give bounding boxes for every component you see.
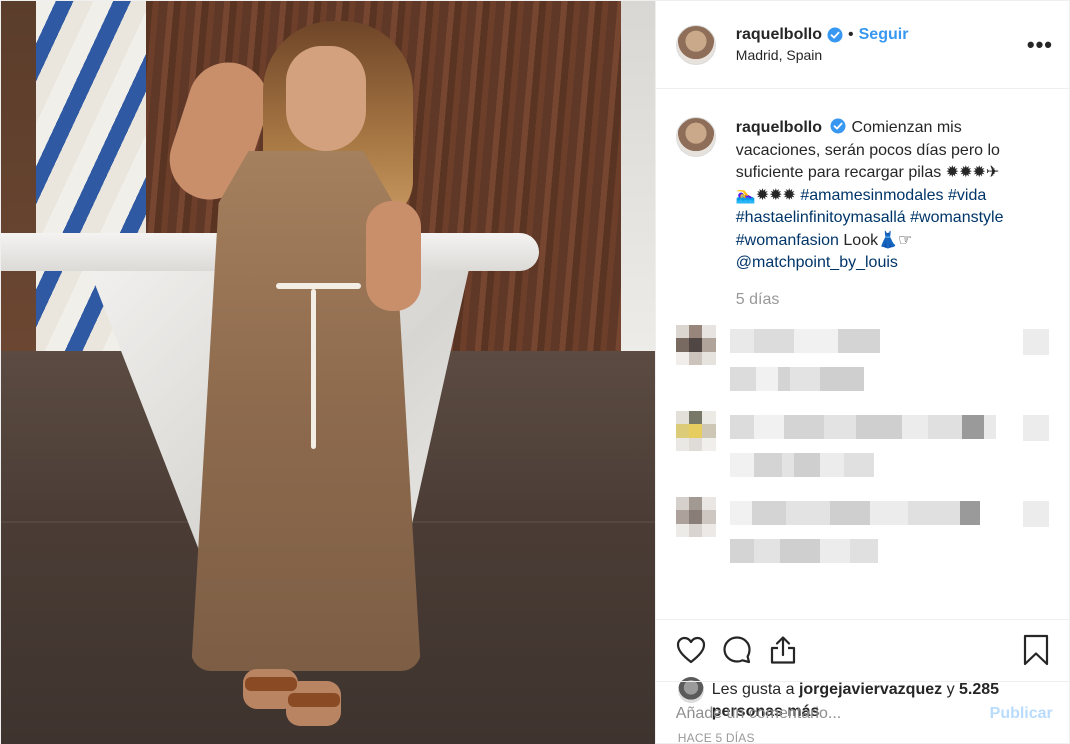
blurred-comment-text xyxy=(729,411,996,483)
caption-segment: Look👗☞ xyxy=(838,231,913,249)
caption-username[interactable]: raquelbollo xyxy=(736,119,822,136)
photo-person-sandal xyxy=(288,693,340,707)
publish-button[interactable]: Publicar xyxy=(990,705,1053,723)
photo-wall xyxy=(1,1,41,361)
caption-body: raquelbollo Comienzan mis vacaciones, se… xyxy=(736,117,1036,311)
photo-person-belt-cord xyxy=(311,289,316,449)
share-icon[interactable] xyxy=(766,633,800,667)
caption: raquelbollo Comienzan mis vacaciones, se… xyxy=(675,117,1049,311)
more-options-icon[interactable]: ••• xyxy=(1027,33,1053,56)
blurred-avatar[interactable] xyxy=(675,411,716,451)
hashtag-link[interactable]: @matchpoint_by_louis xyxy=(736,254,898,271)
blurred-like-icon[interactable] xyxy=(1023,501,1049,527)
blurred-comment xyxy=(675,325,1049,397)
location-link[interactable]: Madrid, Spain xyxy=(736,47,909,63)
verified-badge-icon xyxy=(830,118,846,134)
blurred-avatar[interactable] xyxy=(675,497,716,537)
blurred-comment-text xyxy=(729,325,880,397)
add-comment-bar: Publicar xyxy=(655,681,1070,744)
comment-input[interactable] xyxy=(675,704,990,723)
separator-dot: • xyxy=(848,26,854,43)
photo-person-arm-rest xyxy=(366,201,421,311)
hashtag-link[interactable]: #amamesinmodales xyxy=(800,187,943,204)
comments-area: raquelbollo Comienzan mis vacaciones, se… xyxy=(656,89,1069,619)
blurred-comment xyxy=(675,497,1049,569)
avatar[interactable] xyxy=(675,117,716,157)
blurred-comments xyxy=(675,325,1049,569)
blurred-like-icon[interactable] xyxy=(1023,329,1049,355)
photo-person-sandal xyxy=(245,677,297,691)
bookmark-icon[interactable] xyxy=(1019,633,1053,667)
hashtag-link[interactable]: #womanfasion xyxy=(736,232,839,249)
follow-button[interactable]: Seguir xyxy=(859,26,909,44)
caption-age[interactable]: 5 días xyxy=(736,289,1036,312)
photo-person-belt xyxy=(276,283,361,289)
heart-icon[interactable] xyxy=(674,633,708,667)
blurred-avatar[interactable] xyxy=(675,325,716,365)
avatar[interactable] xyxy=(675,24,716,65)
header-text: raquelbollo • Seguir Madrid, Spain xyxy=(736,26,909,63)
caption-text: Comienzan mis vacaciones, serán pocos dí… xyxy=(736,119,1004,271)
header-row: raquelbollo • Seguir xyxy=(736,26,909,44)
username-link[interactable]: raquelbollo xyxy=(736,26,822,44)
blurred-comment xyxy=(675,411,1049,483)
blurred-like-icon[interactable] xyxy=(1023,415,1049,441)
post-header: raquelbollo • Seguir Madrid, Spain ••• xyxy=(655,1,1069,89)
photo-wall-right xyxy=(621,1,655,391)
comment-icon[interactable] xyxy=(720,633,754,667)
verified-badge-icon xyxy=(827,27,843,43)
post-sidebar: raquelbollo • Seguir Madrid, Spain ••• r… xyxy=(654,1,1070,744)
post-photo[interactable] xyxy=(1,1,655,744)
hashtag-link[interactable]: #vida xyxy=(948,187,986,204)
instagram-post: raquelbollo • Seguir Madrid, Spain ••• r… xyxy=(0,0,1070,744)
action-bar xyxy=(655,619,1069,679)
hashtag-link[interactable]: #womanstyle xyxy=(910,209,1003,226)
blurred-comment-text xyxy=(729,497,980,569)
hashtag-link[interactable]: #hastaelinfinitoymasallá xyxy=(736,209,906,226)
photo-person-face xyxy=(286,46,366,151)
